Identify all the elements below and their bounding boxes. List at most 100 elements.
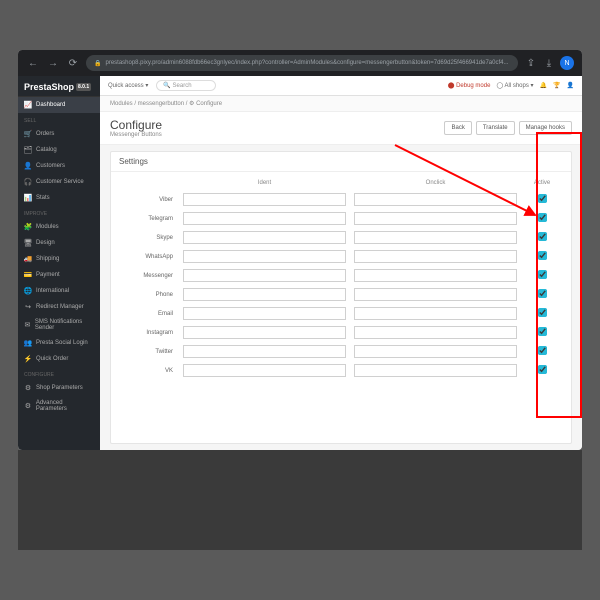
shops-dropdown[interactable]: ◯ All shops ▾: [496, 82, 533, 89]
globe-icon: 🌐: [24, 287, 32, 295]
quick-access-dropdown[interactable]: Quick access ▾: [108, 82, 148, 89]
design-icon: 🖥: [24, 239, 32, 247]
ident-input[interactable]: [183, 212, 346, 225]
logo: PrestaShop 8.0.1: [18, 76, 100, 97]
ident-input[interactable]: [183, 193, 346, 206]
manage-hooks-button[interactable]: Manage hooks: [519, 121, 572, 135]
sidebar-item-sms[interactable]: ✉SMS Notifications Sender: [18, 315, 100, 335]
onclick-input[interactable]: [354, 364, 517, 377]
sidebar-item-redirect[interactable]: ↪Redirect Manager: [18, 299, 100, 315]
row-label: VK: [119, 368, 179, 374]
sidebar-item-orders[interactable]: 🛒Orders: [18, 126, 100, 142]
sidebar-item-catalog[interactable]: 🗂Catalog: [18, 142, 100, 158]
onclick-input[interactable]: [354, 307, 517, 320]
sidebar-item-stats[interactable]: 📊Stats: [18, 190, 100, 206]
catalog-icon: 🗂: [24, 146, 32, 154]
sidebar-item-international[interactable]: 🌐International: [18, 283, 100, 299]
browser-toolbar: ← → ⟳ 🔒 prestashop8.pixy.pro/admin6088fd…: [18, 50, 582, 76]
ident-input[interactable]: [183, 307, 346, 320]
back-button[interactable]: Back: [444, 121, 471, 135]
onclick-input[interactable]: [354, 212, 517, 225]
notif-icon[interactable]: 🔔: [540, 82, 547, 89]
version-badge: 8.0.1: [76, 83, 91, 91]
table-row: Twitter: [119, 342, 563, 361]
onclick-input[interactable]: [354, 269, 517, 282]
sidebar-item-payment[interactable]: 💳Payment: [18, 267, 100, 283]
active-checkbox[interactable]: [538, 346, 547, 355]
sidebar-item-design[interactable]: 🖥Design: [18, 235, 100, 251]
table-row: WhatsApp: [119, 247, 563, 266]
active-checkbox[interactable]: [538, 194, 547, 203]
stats-icon: 📊: [24, 194, 32, 202]
ident-input[interactable]: [183, 250, 346, 263]
breadcrumb: Modules / messengerbutton / ⚙ Configure: [100, 96, 582, 112]
forward-icon[interactable]: →: [46, 56, 60, 70]
col-active: Active: [521, 180, 563, 186]
col-ident: Ident: [179, 180, 350, 186]
onclick-input[interactable]: [354, 250, 517, 263]
active-checkbox[interactable]: [538, 327, 547, 336]
active-checkbox[interactable]: [538, 251, 547, 260]
onclick-input[interactable]: [354, 231, 517, 244]
main-content: Quick access ▾ 🔍 Search ⬤ Debug mode ◯ A…: [100, 76, 582, 450]
col-onclick: Onclick: [350, 180, 521, 186]
row-label: Viber: [119, 197, 179, 203]
social-icon: 👥: [24, 339, 32, 347]
sidebar-item-shop-params[interactable]: ⚙Shop Parameters: [18, 380, 100, 396]
table-row: Messenger: [119, 266, 563, 285]
table-row: VK: [119, 361, 563, 380]
ident-input[interactable]: [183, 288, 346, 301]
sidebar-item-modules[interactable]: 🧩Modules: [18, 219, 100, 235]
onclick-input[interactable]: [354, 345, 517, 358]
sidebar-item-customer-service[interactable]: 🎧Customer Service: [18, 174, 100, 190]
sidebar-item-advanced[interactable]: ⚙Advanced Parameters: [18, 396, 100, 416]
trophy-icon[interactable]: 🏆: [553, 82, 560, 89]
row-label: Phone: [119, 292, 179, 298]
table-row: Instagram: [119, 323, 563, 342]
settings-grid: Ident Onclick Active ViberTelegramSkypeW…: [111, 172, 571, 384]
sidebar-item-shipping[interactable]: 🚚Shipping: [18, 251, 100, 267]
onclick-input[interactable]: [354, 193, 517, 206]
onclick-input[interactable]: [354, 288, 517, 301]
ident-input[interactable]: [183, 269, 346, 282]
reload-icon[interactable]: ⟳: [66, 56, 80, 70]
ident-input[interactable]: [183, 231, 346, 244]
advanced-icon: ⚙: [24, 402, 32, 410]
sidebar-section-configure: CONFIGURE: [18, 367, 100, 380]
active-checkbox[interactable]: [538, 308, 547, 317]
active-checkbox[interactable]: [538, 289, 547, 298]
page-subtitle: Messenger Buttons: [110, 132, 162, 138]
redirect-icon: ↪: [24, 303, 32, 311]
page-header: Configure Messenger Buttons Back Transla…: [100, 112, 582, 145]
sidebar-section-sell: SELL: [18, 113, 100, 126]
row-label: Instagram: [119, 330, 179, 336]
translate-button[interactable]: Translate: [476, 121, 515, 135]
row-label: Twitter: [119, 349, 179, 355]
profile-icon[interactable]: N: [560, 56, 574, 70]
sidebar-item-dashboard[interactable]: 📈Dashboard: [18, 97, 100, 113]
share-icon[interactable]: ⇪: [524, 56, 538, 70]
sms-icon: ✉: [24, 321, 31, 329]
url-text: prestashop8.pixy.pro/admin6088fdb66ec3gn…: [105, 60, 508, 66]
search-input[interactable]: 🔍 Search: [156, 80, 216, 91]
sidebar-item-social[interactable]: 👥Presta Social Login: [18, 335, 100, 351]
table-row: Telegram: [119, 209, 563, 228]
debug-badge: ⬤ Debug mode: [448, 82, 491, 89]
active-checkbox[interactable]: [538, 232, 547, 241]
active-checkbox[interactable]: [538, 365, 547, 374]
url-bar[interactable]: 🔒 prestashop8.pixy.pro/admin6088fdb66ec3…: [86, 55, 518, 71]
download-icon[interactable]: ⤓: [542, 56, 556, 70]
sidebar-item-quickorder[interactable]: ⚡Quick Order: [18, 351, 100, 367]
topbar: Quick access ▾ 🔍 Search ⬤ Debug mode ◯ A…: [100, 76, 582, 96]
sidebar-item-customers[interactable]: 👤Customers: [18, 158, 100, 174]
active-checkbox[interactable]: [538, 270, 547, 279]
active-checkbox[interactable]: [538, 213, 547, 222]
ident-input[interactable]: [183, 364, 346, 377]
back-icon[interactable]: ←: [26, 56, 40, 70]
onclick-input[interactable]: [354, 326, 517, 339]
user-icon[interactable]: 👤: [567, 82, 574, 89]
ident-input[interactable]: [183, 345, 346, 358]
service-icon: 🎧: [24, 178, 32, 186]
table-row: Email: [119, 304, 563, 323]
ident-input[interactable]: [183, 326, 346, 339]
